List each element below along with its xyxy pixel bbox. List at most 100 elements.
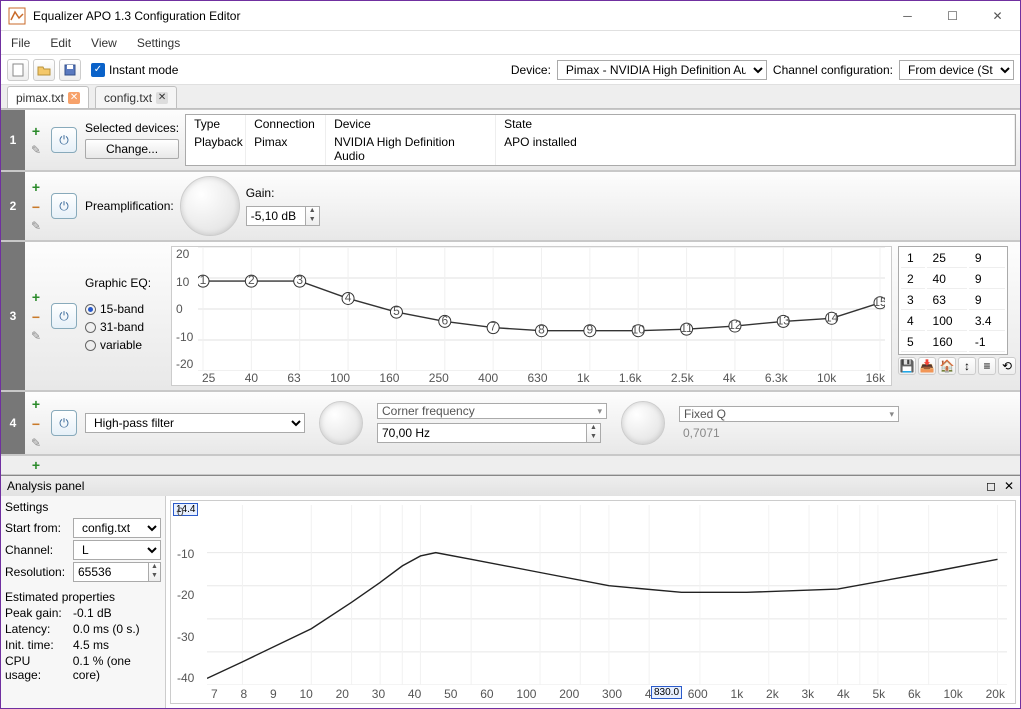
analysis-panel: Analysis panel ◻ ✕ Settings Start from:c… xyxy=(1,475,1020,708)
col-state: State xyxy=(496,115,1015,133)
corner-freq-select[interactable]: Corner frequency▾ xyxy=(377,403,607,419)
filter-type-select[interactable]: High-pass filter xyxy=(85,413,305,433)
q-knob[interactable] xyxy=(621,401,665,445)
spin-up-icon[interactable]: ▲ xyxy=(306,207,319,216)
close-icon[interactable]: ✕ xyxy=(156,92,168,104)
instant-mode-label: Instant mode xyxy=(109,63,178,77)
close-panel-icon[interactable]: ✕ xyxy=(1004,479,1014,493)
save-file-button[interactable] xyxy=(59,59,81,81)
device-select[interactable]: Pimax - NVIDIA High Definition Audio xyxy=(557,60,767,80)
gain-stepper[interactable]: ▲▼ xyxy=(246,206,320,226)
edit-button[interactable]: ✎ xyxy=(31,219,41,233)
radio-icon xyxy=(85,340,96,351)
block-preamp: 2 + − ✎ ⏻ Preamplification: Gain: ▲▼ xyxy=(1,171,1020,241)
edit-button[interactable]: ✎ xyxy=(31,329,41,343)
cpu-label: CPU usage: xyxy=(5,654,69,682)
tab-config[interactable]: config.txt ✕ xyxy=(95,86,177,108)
power-toggle[interactable]: ⏻ xyxy=(51,410,77,436)
eq-chart[interactable]: 20100-10-20 123456789101112131415 254063… xyxy=(171,246,892,386)
maximize-button[interactable]: ☐ xyxy=(930,1,975,31)
save-icon[interactable]: 💾 xyxy=(898,357,916,375)
col-connection: Connection xyxy=(246,115,326,133)
channel-config-select[interactable]: From device (Stereo) xyxy=(899,60,1014,80)
channel-select[interactable]: L xyxy=(73,540,161,560)
svg-text:5: 5 xyxy=(393,304,400,318)
radio-31band[interactable]: 31-band xyxy=(85,320,165,334)
q-value: 0,7071 xyxy=(679,426,899,440)
resolution-label: Resolution: xyxy=(5,565,69,579)
file-icon xyxy=(12,63,24,77)
power-toggle[interactable]: ⏻ xyxy=(51,303,77,329)
svg-text:11: 11 xyxy=(680,321,693,335)
power-toggle[interactable]: ⏻ xyxy=(51,127,77,153)
home-icon[interactable]: 🏠 xyxy=(938,357,956,375)
resolution-stepper[interactable]: ▲▼ xyxy=(73,562,161,582)
spin-down-icon[interactable]: ▼ xyxy=(149,572,160,581)
menu-view[interactable]: View xyxy=(81,36,127,50)
preamp-label: Preamplification: xyxy=(85,199,174,213)
edit-button[interactable]: ✎ xyxy=(31,143,41,157)
import-icon[interactable]: 📥 xyxy=(918,357,936,375)
open-file-button[interactable] xyxy=(33,59,55,81)
svg-text:13: 13 xyxy=(777,313,791,327)
app-icon xyxy=(7,6,27,26)
col-device: Device xyxy=(326,115,496,133)
add-button[interactable]: + xyxy=(32,179,40,195)
window-title: Equalizer APO 1.3 Configuration Editor xyxy=(33,9,240,23)
device-table: Type Connection Device State Playback Pi… xyxy=(185,114,1016,166)
dock-icon[interactable]: ◻ xyxy=(986,479,996,493)
block-number: 4 xyxy=(1,392,25,454)
add-button[interactable]: + xyxy=(32,396,40,412)
resolution-input[interactable] xyxy=(73,562,149,582)
menubar: File Edit View Settings xyxy=(1,31,1020,55)
freq-knob[interactable] xyxy=(319,401,363,445)
close-button[interactable]: ✕ xyxy=(975,1,1020,31)
analysis-title: Analysis panel xyxy=(7,479,84,493)
block-number: 3 xyxy=(1,242,25,390)
gain-input[interactable] xyxy=(246,206,306,226)
remove-button[interactable]: − xyxy=(32,309,40,325)
menu-settings[interactable]: Settings xyxy=(127,36,190,50)
eq-band-table[interactable]: 12592409363941003.45160-1 xyxy=(898,246,1008,355)
edit-button[interactable]: ✎ xyxy=(31,436,41,450)
menu-file[interactable]: File xyxy=(1,36,40,50)
cpu-value: 0.1 % (one core) xyxy=(73,654,161,682)
radio-15band[interactable]: 15-band xyxy=(85,302,165,316)
change-devices-button[interactable]: Change... xyxy=(85,139,179,159)
start-from-select[interactable]: config.txt xyxy=(73,518,161,538)
spin-up-icon[interactable]: ▲ xyxy=(587,424,600,433)
remove-button[interactable]: − xyxy=(32,199,40,215)
eq-x-axis: 2540631001602504006301k1.6k2.5k4k6.3k10k… xyxy=(202,371,885,385)
radio-icon xyxy=(85,322,96,333)
invert-icon[interactable]: ↕ xyxy=(958,357,976,375)
q-mode-select[interactable]: Fixed Q▾ xyxy=(679,406,899,422)
add-button[interactable]: + xyxy=(32,123,40,139)
analysis-chart[interactable]: 14.4 0-10-20-30-40 789102030405060100200… xyxy=(170,500,1016,704)
device-row[interactable]: Playback Pimax NVIDIA High Definition Au… xyxy=(186,133,1015,165)
remove-button[interactable]: − xyxy=(32,416,40,432)
add-button[interactable]: + xyxy=(32,289,40,305)
block-number: 2 xyxy=(1,172,25,240)
peak-value: -0.1 dB xyxy=(73,606,112,620)
normalize-icon[interactable]: ≡ xyxy=(978,357,996,375)
instant-mode-checkbox[interactable]: ✓ xyxy=(91,63,105,77)
gain-knob[interactable] xyxy=(180,176,240,236)
selected-devices-label: Selected devices: xyxy=(85,121,179,135)
menu-edit[interactable]: Edit xyxy=(40,36,81,50)
svg-text:4: 4 xyxy=(345,290,352,304)
reset-icon[interactable]: ⟲ xyxy=(998,357,1016,375)
spin-down-icon[interactable]: ▼ xyxy=(306,216,319,225)
tab-pimax[interactable]: pimax.txt ✕ xyxy=(7,86,89,108)
block-append: + xyxy=(1,455,1020,475)
close-icon[interactable]: ✕ xyxy=(68,92,80,104)
spin-up-icon[interactable]: ▲ xyxy=(149,563,160,572)
spin-down-icon[interactable]: ▼ xyxy=(587,433,600,442)
new-file-button[interactable] xyxy=(7,59,29,81)
add-button[interactable]: + xyxy=(32,457,40,473)
minimize-button[interactable]: ─ xyxy=(885,1,930,31)
power-toggle[interactable]: ⏻ xyxy=(51,193,77,219)
corner-freq-input[interactable] xyxy=(377,423,587,443)
radio-variable[interactable]: variable xyxy=(85,338,165,352)
save-icon xyxy=(64,64,76,76)
corner-freq-stepper[interactable]: ▲▼ xyxy=(377,423,607,443)
